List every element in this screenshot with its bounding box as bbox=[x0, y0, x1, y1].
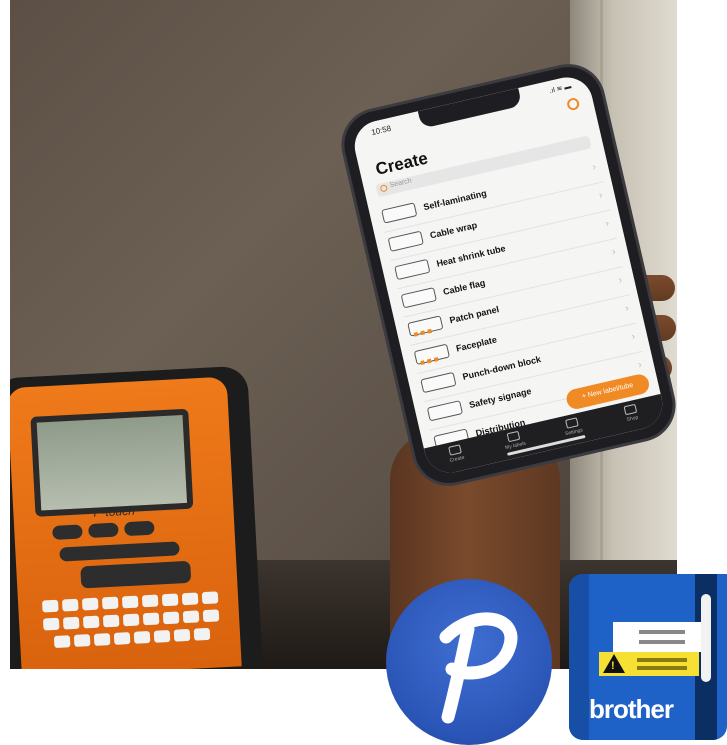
printer-key bbox=[161, 593, 179, 607]
label-text-line bbox=[639, 630, 685, 634]
cable-wrap-icon bbox=[387, 230, 424, 252]
tab-label: Create bbox=[449, 454, 466, 464]
label-text-line bbox=[637, 666, 687, 670]
printer-key bbox=[201, 591, 219, 605]
printer-keypad bbox=[38, 517, 228, 648]
ptouch-p-logo-icon bbox=[439, 612, 518, 724]
printer-key bbox=[113, 632, 131, 645]
printer-key bbox=[53, 635, 71, 648]
printer-key bbox=[62, 616, 80, 630]
label-text-line bbox=[637, 658, 687, 662]
printer-key bbox=[42, 617, 60, 631]
printer-key bbox=[153, 629, 171, 643]
printer-key bbox=[162, 611, 180, 625]
printer-lcd-screen bbox=[30, 408, 194, 517]
printer-key bbox=[133, 630, 151, 644]
cable-flag-icon bbox=[400, 287, 437, 309]
printer-key bbox=[41, 599, 59, 613]
chevron-right-icon: › bbox=[591, 161, 598, 174]
status-time: 10:58 bbox=[370, 123, 393, 138]
printer-key bbox=[101, 596, 119, 610]
self-laminating-icon bbox=[381, 202, 418, 224]
gear-icon bbox=[565, 417, 579, 429]
menu-item-label: Safety signage bbox=[468, 385, 533, 411]
printer-arrow-pad bbox=[80, 560, 192, 589]
printer-key bbox=[102, 614, 120, 628]
printer-key bbox=[73, 634, 91, 647]
printer-key bbox=[121, 595, 139, 609]
status-icons: .ıl ≋ ▬ bbox=[548, 83, 573, 95]
chevron-right-icon: › bbox=[611, 246, 617, 258]
chevron-right-icon: › bbox=[604, 218, 611, 230]
chevron-right-icon: › bbox=[617, 274, 624, 287]
chevron-right-icon: › bbox=[624, 302, 630, 315]
brother-wordmark: brother bbox=[589, 694, 674, 724]
brother-app-icon: ! brother bbox=[569, 574, 727, 740]
chevron-right-icon: › bbox=[597, 189, 604, 202]
search-icon bbox=[379, 184, 389, 193]
menu-item-label: Cable flag bbox=[442, 277, 487, 298]
printer-key bbox=[81, 597, 99, 611]
settings-icon[interactable] bbox=[566, 96, 581, 112]
printer-key bbox=[93, 633, 111, 646]
cart-icon bbox=[623, 403, 638, 416]
printer-key bbox=[61, 598, 79, 612]
folder-icon bbox=[506, 430, 521, 443]
chevron-right-icon: › bbox=[637, 359, 643, 371]
warning-mark-icon: ! bbox=[611, 660, 615, 672]
label-printer: P-touch bbox=[10, 365, 263, 669]
menu-item-label: Patch panel bbox=[448, 304, 501, 326]
heat-shrink-tube-icon bbox=[394, 258, 431, 281]
printer-key bbox=[141, 594, 159, 608]
menu-item-label: Self-laminating bbox=[422, 187, 488, 213]
punch-down-block-icon bbox=[420, 371, 457, 394]
printer-key bbox=[173, 628, 191, 642]
create-icon bbox=[448, 444, 462, 456]
chevron-right-icon: › bbox=[630, 331, 637, 343]
printer-key bbox=[202, 609, 220, 623]
menu-item-label: Faceplate bbox=[455, 334, 498, 354]
printer-key bbox=[88, 522, 119, 539]
ptouch-app-icon bbox=[386, 579, 552, 745]
printer-key bbox=[142, 612, 160, 626]
search-placeholder: Search bbox=[389, 177, 413, 190]
label-text-line bbox=[639, 640, 685, 644]
white-label bbox=[613, 622, 701, 652]
printer-key bbox=[181, 592, 199, 606]
printer-key bbox=[124, 520, 155, 537]
printer-key bbox=[122, 613, 140, 627]
printer-key bbox=[52, 524, 83, 540]
printer-body: P-touch bbox=[10, 376, 242, 669]
printer-key bbox=[182, 610, 200, 624]
menu-item-label: Cable wrap bbox=[429, 219, 479, 241]
safety-signage-icon bbox=[426, 400, 464, 422]
printer-key bbox=[82, 615, 100, 629]
printer-key bbox=[193, 627, 211, 641]
printer-logo: P-touch bbox=[93, 503, 136, 520]
tab-label: Shop bbox=[626, 414, 639, 424]
printer-function-row bbox=[59, 541, 180, 562]
icon-side-tab bbox=[569, 574, 589, 740]
label-roll-core bbox=[701, 594, 711, 682]
